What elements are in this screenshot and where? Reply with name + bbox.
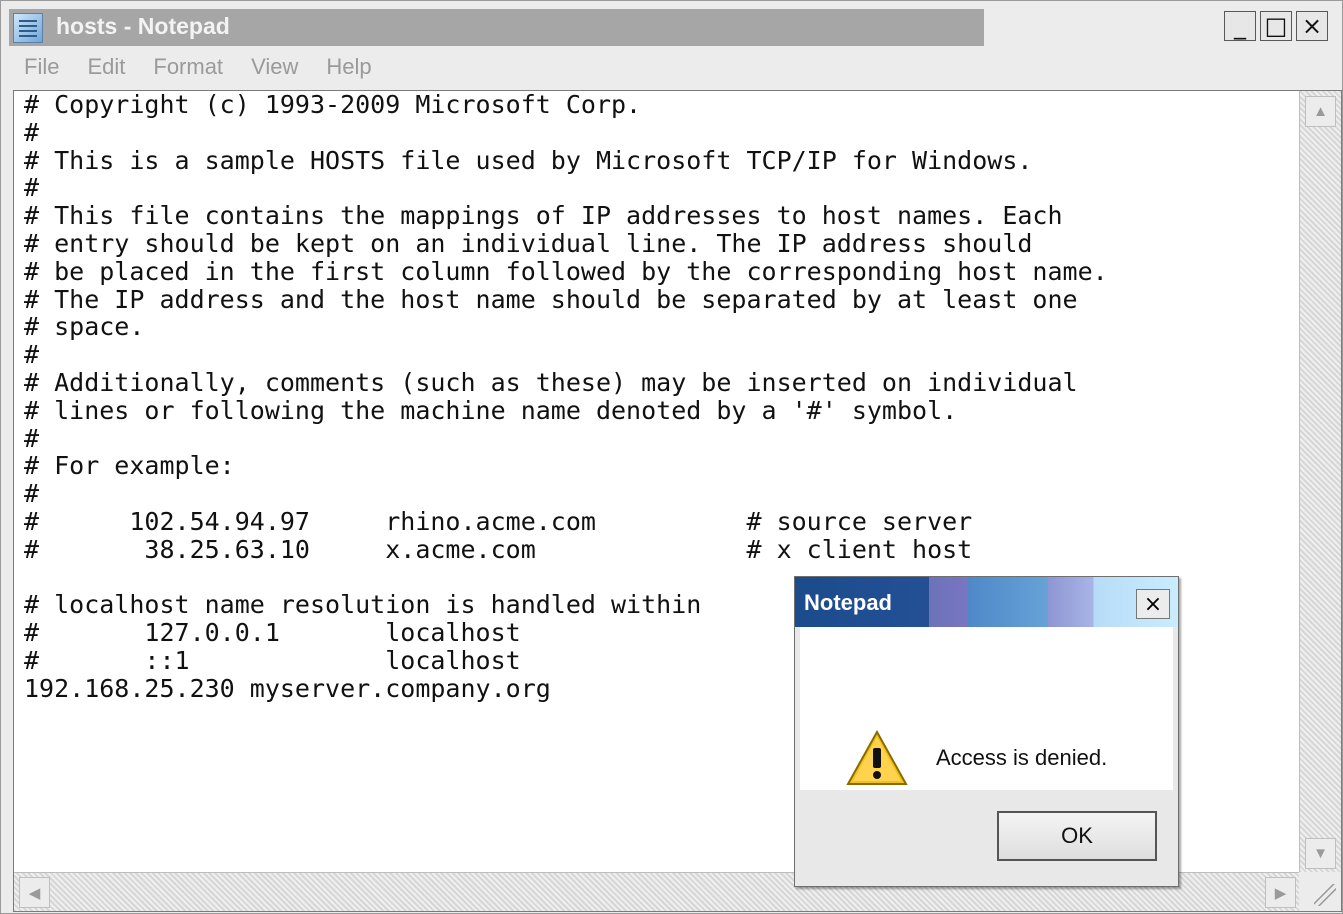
menu-help[interactable]: Help	[326, 54, 371, 80]
ok-button[interactable]: OK	[997, 811, 1157, 861]
dialog-message-area: Access is denied.	[800, 627, 1173, 790]
dialog-message: Access is denied.	[936, 745, 1108, 770]
scroll-left-button[interactable]: ◀	[19, 877, 50, 908]
menu-file[interactable]: File	[24, 54, 59, 80]
scroll-right-button[interactable]: ▶	[1265, 877, 1296, 908]
window-title: hosts - Notepad	[56, 13, 230, 39]
menu-view[interactable]: View	[251, 54, 298, 80]
window-controls: _ □ ×	[1224, 11, 1328, 41]
menu-bar: File Edit Format View Help	[24, 54, 372, 80]
minimize-button[interactable]: _	[1224, 11, 1256, 41]
scroll-up-button[interactable]: ▲	[1305, 96, 1336, 127]
warning-icon	[846, 730, 908, 785]
maximize-button[interactable]: □	[1260, 11, 1292, 41]
vertical-scrollbar[interactable]: ▲ ▼	[1299, 91, 1341, 873]
close-button[interactable]: ×	[1296, 11, 1328, 41]
menu-format[interactable]: Format	[153, 54, 223, 80]
dialog-close-button[interactable]: ×	[1136, 589, 1170, 619]
notepad-window: hosts - Notepad _ □ × File Edit Format V…	[0, 0, 1343, 914]
menu-edit[interactable]: Edit	[87, 54, 125, 80]
scroll-down-button[interactable]: ▼	[1305, 838, 1336, 869]
dialog-title: Notepad	[804, 590, 892, 615]
notepad-icon	[13, 13, 43, 43]
resize-grip-icon[interactable]	[1299, 872, 1341, 911]
